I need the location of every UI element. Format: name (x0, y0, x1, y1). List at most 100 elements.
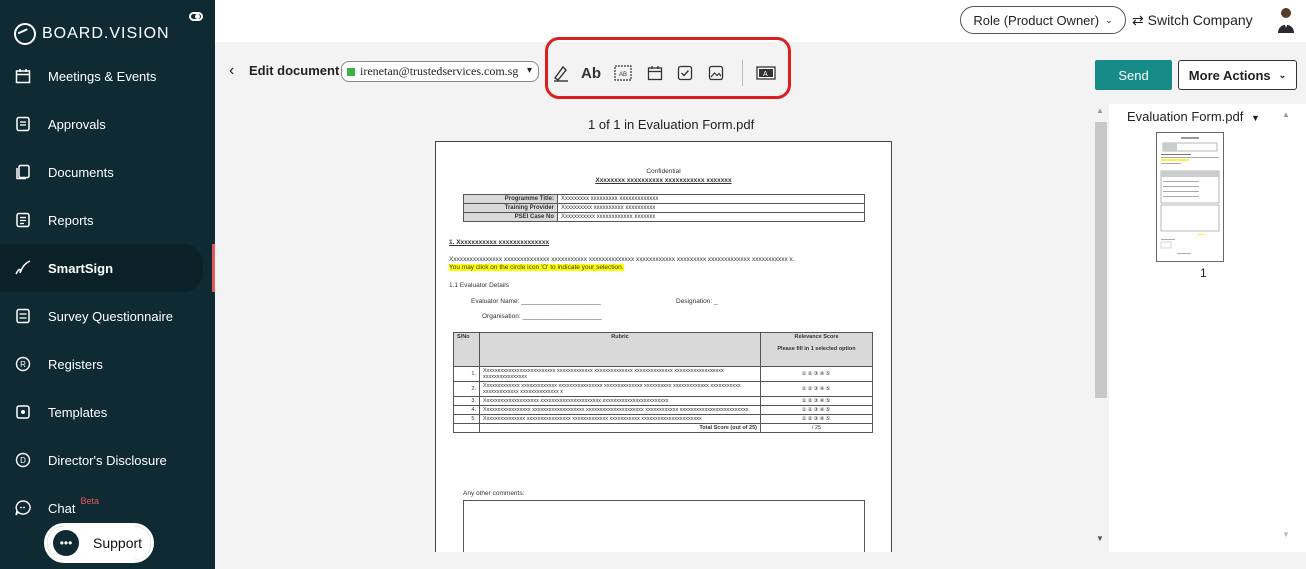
table-row: Programme Title: Xxxxxxxxx xxxxxxxxx xxx… (463, 194, 865, 204)
more-actions-button[interactable]: More Actions ⌄ (1178, 60, 1297, 90)
organisation-field[interactable]: Organisation: ______________________ (482, 313, 602, 320)
row-number: 4. (453, 405, 480, 415)
switch-icon: ⇄ (1132, 12, 1144, 28)
support-label: Support (93, 535, 143, 551)
checkbox-tool-icon[interactable] (673, 61, 697, 85)
section-text: Xxxxxxxxxxxxxxxx xxxxxxxxxxxxxx xxxxxxxx… (449, 256, 795, 263)
organisation-label: Organisation: (482, 313, 521, 320)
sidebar-item-disclosure[interactable]: D Director's Disclosure (0, 436, 215, 484)
avatar[interactable] (1275, 6, 1297, 34)
designation-field[interactable]: Designation: _ (676, 298, 718, 305)
caret-down-icon: ▼ (1250, 113, 1260, 123)
document-scrollbar[interactable]: ▲ ▼ (1093, 104, 1109, 552)
svg-text:R: R (20, 360, 26, 369)
info-label: Programme Title: (463, 194, 558, 204)
support-chat-icon: ••• (53, 530, 79, 556)
table-row: 3. Xxxxxxxxxxxxxxxxxxxx xxxxxxxxxxxxxxxx… (453, 396, 873, 406)
score-options[interactable]: ①②③④⑤ (760, 414, 873, 424)
total-spacer (453, 423, 480, 433)
info-value: Xxxxxxxxxx xxxxxxxxxx xxxxxxxxxx (557, 203, 865, 213)
editor-toolbar: ‹ Edit document irenetan@trustedservices… (215, 37, 1306, 104)
edit-document-title: Edit document (249, 63, 340, 78)
row-text: Xxxxxxxxxxxxxxxxxxxx xxxxxxxxxxxxxxxxxxx… (479, 396, 761, 406)
thumbnail-scroll-down-icon[interactable]: ▼ (1282, 530, 1290, 539)
score-options[interactable]: ①②③④⑤ (760, 366, 873, 382)
image-tool-icon[interactable] (704, 61, 728, 85)
role-label: Role (Product Owner) (973, 12, 1100, 28)
scrollbar-thumb[interactable] (1095, 122, 1107, 398)
evaluator-name-field[interactable]: Evaluator Name: ______________________ (471, 298, 601, 305)
sidebar-item-approvals[interactable]: Approvals (0, 100, 215, 148)
doc-info-table: Programme Title: Xxxxxxxxx xxxxxxxxx xxx… (463, 194, 865, 222)
text-tool-icon[interactable]: Ab (579, 61, 603, 85)
registered-icon: R (12, 353, 34, 375)
sidebar-item-meetings[interactable]: Meetings & Events (0, 52, 215, 100)
signature-tool-icon[interactable] (549, 61, 573, 85)
svg-text:D: D (20, 456, 26, 465)
table-row: 5. Xxxxxxxxxxxxxxx xxxxxxxxxxxxxxxx xxxx… (453, 414, 873, 424)
sidebar-item-label: Approvals (48, 116, 106, 132)
info-value: Xxxxxxxxxxx xxxxxxxxxxxx xxxxxxx (557, 212, 865, 222)
svg-text:AB: AB (619, 72, 627, 78)
sidebar-item-documents[interactable]: Documents (0, 148, 215, 196)
sidebar-item-registers[interactable]: R Registers (0, 340, 215, 388)
header-score-note: Please fill in 1 selected option (777, 346, 856, 352)
stamp-tool-icon[interactable]: AB (611, 61, 635, 85)
bottom-strip (215, 552, 1306, 569)
table-header-row: S/No Rubric Relevance Score Please fill … (453, 332, 873, 367)
sidebar-toggle-icon[interactable] (189, 12, 203, 21)
document-viewer[interactable]: 1 of 1 in Evaluation Form.pdf Confidenti… (215, 104, 1089, 552)
score-options[interactable]: ①②③④⑤ (760, 381, 873, 397)
pdf-page[interactable]: Confidential Xxxxxxxx xxxxxxxxxx xxxxxxx… (435, 141, 892, 552)
scroll-up-icon[interactable]: ▲ (1096, 106, 1104, 115)
evaluator-name-label: Evaluator Name: (471, 298, 520, 305)
textfield-tool-icon[interactable]: A (754, 61, 778, 85)
table-row: 2. Xxxxxxxxxxxxx xxxxxxxxxxxxx xxxxxxxxx… (453, 381, 873, 397)
table-total-row: Total Score (out of 25) / 25 (453, 423, 873, 433)
row-text: Xxxxxxxxxxxxx xxxxxxxxxxxxx xxxxxxxxxxxx… (479, 381, 761, 397)
thumbnail-file-select[interactable]: Evaluation Form.pdf ▼ (1127, 109, 1260, 124)
header-rubric: Rubric (479, 332, 761, 367)
date-tool-icon[interactable] (643, 61, 667, 85)
sidebar-item-templates[interactable]: Templates (0, 388, 215, 436)
back-chevron-icon[interactable]: ‹ (229, 62, 234, 80)
row-text: Xxxxxxxxxxxxxxx xxxxxxxxxxxxxxxx xxxxxxx… (479, 414, 761, 424)
row-number: 3. (453, 396, 480, 406)
info-value: Xxxxxxxxx xxxxxxxxx xxxxxxxxxxxxx (557, 194, 865, 204)
scroll-down-icon[interactable]: ▼ (1096, 534, 1104, 543)
sidebar-item-survey[interactable]: Survey Questionnaire (0, 292, 215, 340)
support-button[interactable]: ••• Support (44, 523, 154, 563)
page-thumbnail[interactable] (1156, 132, 1224, 262)
chevron-down-icon: ▾ (526, 65, 532, 76)
header-sno: S/No (453, 332, 480, 367)
sidebar-item-reports[interactable]: Reports (0, 196, 215, 244)
signer-color-icon (347, 67, 355, 76)
score-options[interactable]: ①②③④⑤ (760, 405, 873, 415)
switch-company-button[interactable]: ⇄ Switch Company (1132, 12, 1253, 29)
signature-icon (12, 257, 34, 279)
sidebar-item-label: Survey Questionnaire (48, 308, 174, 324)
row-number: 2. (453, 381, 480, 397)
sidebar-item-smartsign[interactable]: SmartSign (0, 244, 215, 292)
page-info: 1 of 1 in Evaluation Form.pdf (588, 117, 755, 132)
switch-company-label: Switch Company (1147, 12, 1253, 28)
row-number: 1. (453, 366, 480, 382)
table-row: 1. Xxxxxxxxxxxxxxxxxxxxxxxxxx xxxxxxxxxx… (453, 366, 873, 382)
total-value: / 25 (760, 423, 873, 433)
table-row: PSEI Case No Xxxxxxxxxxx xxxxxxxxxxxx xx… (463, 212, 865, 222)
info-label: PSEI Case No (463, 212, 558, 222)
sidebar: BOARD.VISION Meetings & Events Approvals… (0, 0, 215, 569)
chevron-down-icon: ⌄ (1278, 69, 1287, 80)
highlighted-instruction: You may click on the circle icon 'O' to … (449, 264, 624, 271)
score-options[interactable]: ①②③④⑤ (760, 396, 873, 406)
role-dropdown[interactable]: Role (Product Owner) ⌄ (960, 6, 1126, 34)
disclosure-icon: D (12, 449, 34, 471)
sidebar-item-label: Registers (48, 356, 103, 372)
thumbnail-scroll-up-icon[interactable]: ▲ (1282, 110, 1290, 119)
comments-box[interactable] (463, 500, 865, 552)
brand-logo[interactable]: BOARD.VISION (14, 14, 204, 54)
signer-select[interactable]: irenetan@trustedservices.com.sg ▾ (341, 61, 539, 82)
sidebar-item-label: Chat (48, 500, 76, 516)
send-button[interactable]: Send (1095, 60, 1172, 90)
calendar-icon (12, 65, 34, 87)
